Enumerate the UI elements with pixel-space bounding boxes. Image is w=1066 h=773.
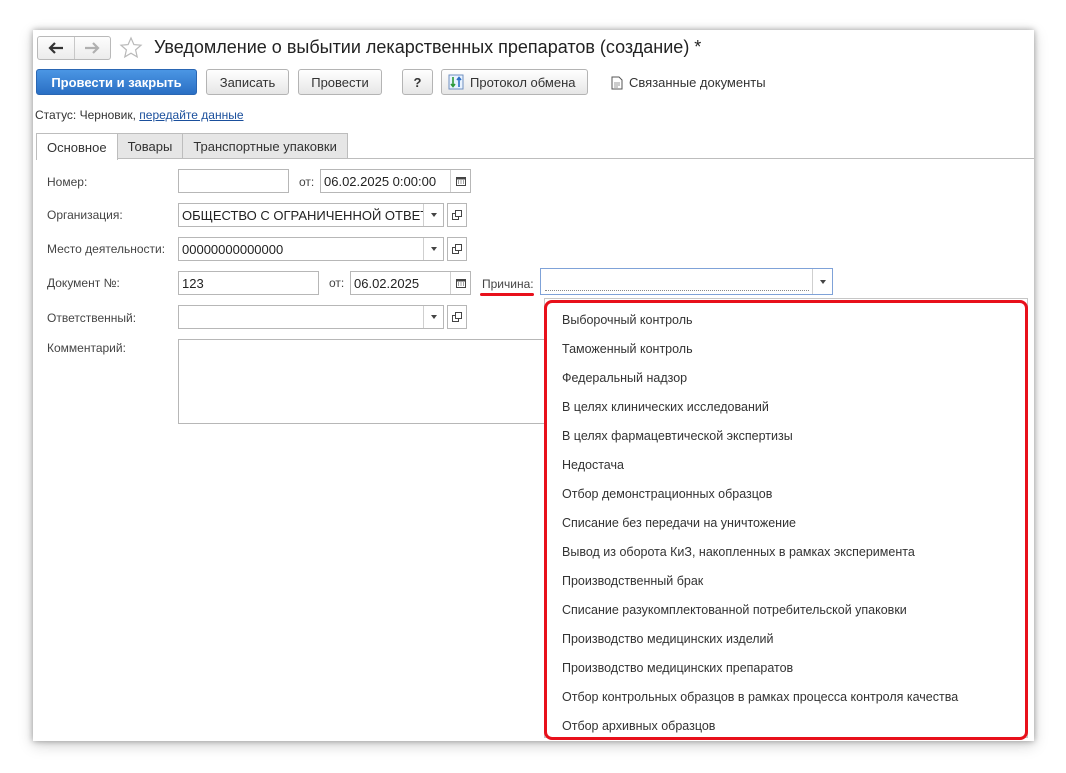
favorite-star-icon[interactable] — [119, 36, 143, 63]
back-button[interactable] — [38, 37, 74, 59]
help-button[interactable]: ? — [402, 69, 433, 95]
reason-value — [545, 273, 809, 291]
arrow-right-icon — [85, 42, 100, 54]
document-icon — [611, 76, 623, 89]
reason-options: Выборочный контроль Таможенный контроль Фе… — [545, 299, 1027, 740]
status-value: Черновик, — [79, 108, 136, 122]
number-label: Номер: — [47, 175, 88, 189]
open-window-icon — [452, 312, 462, 322]
send-data-link[interactable]: передайте данные — [139, 108, 243, 122]
number-date-field[interactable]: 06.02.2025 0:00:00 — [320, 169, 471, 193]
exchange-log-button[interactable]: Протокол обмена — [441, 69, 588, 95]
comment-field[interactable] — [178, 339, 558, 424]
tab-bar: Основное Товары Транспортные упаковки — [36, 133, 348, 160]
responsible-dropdown-button[interactable] — [423, 306, 443, 328]
reason-option[interactable]: Производство медицинских изделий — [545, 624, 1027, 653]
reason-label: Причина: — [482, 277, 534, 291]
open-window-icon — [452, 210, 462, 220]
reason-option[interactable]: Отбор демонстрационных образцов — [545, 479, 1027, 508]
reason-dropdown-button[interactable] — [812, 269, 832, 294]
number-from-label: от: — [299, 175, 315, 189]
forward-button[interactable] — [73, 37, 111, 59]
document-from-label: от: — [329, 276, 345, 290]
responsible-label: Ответственный: — [47, 311, 137, 325]
arrow-left-icon — [48, 42, 63, 54]
calendar-icon — [455, 279, 466, 288]
write-button[interactable]: Записать — [206, 69, 289, 95]
document-number-label: Документ №: — [47, 276, 120, 290]
chevron-down-icon — [819, 279, 826, 284]
document-number-value: 123 — [182, 275, 204, 291]
reason-option[interactable]: Выборочный контроль — [545, 305, 1027, 334]
reason-option[interactable]: Отбор архивных образцов — [545, 711, 1027, 740]
status-label: Статус: — [35, 108, 77, 122]
document-date-field[interactable]: 06.02.2025 — [350, 271, 471, 295]
responsible-open-button[interactable] — [447, 305, 467, 329]
exchange-icon — [448, 74, 464, 90]
organization-label: Организация: — [47, 208, 123, 222]
calendar-button[interactable] — [450, 272, 470, 294]
reason-option[interactable]: Списание разукомплектованной потребитель… — [545, 595, 1027, 624]
reason-option[interactable]: Таможенный контроль — [545, 334, 1027, 363]
tab-transport-packages[interactable]: Транспортные упаковки — [182, 133, 348, 159]
reason-option[interactable]: Производственный брак — [545, 566, 1027, 595]
open-window-icon — [452, 244, 462, 254]
reason-dropdown-list: Выборочный контроль Таможенный контроль Фе… — [544, 298, 1028, 738]
reason-option[interactable]: Вывод из оборота КиЗ, накопленных в рамк… — [545, 537, 1027, 566]
place-open-button[interactable] — [447, 237, 467, 261]
reason-field[interactable] — [540, 268, 833, 295]
organization-open-button[interactable] — [447, 203, 467, 227]
reason-option[interactable]: Недостача — [545, 450, 1027, 479]
reason-option[interactable]: Федеральный надзор — [545, 363, 1027, 392]
tab-goods[interactable]: Товары — [116, 133, 184, 159]
tab-divider — [36, 158, 1034, 159]
reason-option[interactable]: Производство медицинских препаратов — [545, 653, 1027, 682]
highlight-underline — [480, 293, 534, 296]
calendar-icon — [455, 177, 466, 186]
document-window: Уведомление о выбытии лекарственных преп… — [33, 30, 1034, 741]
responsible-field[interactable] — [178, 305, 444, 329]
calendar-button[interactable] — [450, 170, 470, 192]
post-and-close-button[interactable]: Провести и закрыть — [36, 69, 197, 95]
place-label: Место деятельности: — [47, 242, 166, 256]
number-field[interactable] — [178, 169, 289, 193]
chevron-down-icon — [430, 213, 437, 217]
place-field[interactable]: 00000000000000 — [178, 237, 444, 261]
place-value: 00000000000000 — [182, 241, 284, 257]
reason-option[interactable]: Отбор контрольных образцов в рамках проц… — [545, 682, 1027, 711]
post-button[interactable]: Провести — [298, 69, 382, 95]
organization-field[interactable]: ОБЩЕСТВО С ОГРАНИЧЕННОЙ ОТВЕТСТВЕННОСТЬЮ — [178, 203, 444, 227]
page-title: Уведомление о выбытии лекарственных преп… — [154, 37, 702, 57]
tab-main[interactable]: Основное — [36, 133, 118, 160]
document-date-value: 06.02.2025 — [354, 275, 420, 291]
document-number-field[interactable]: 123 — [178, 271, 319, 295]
reason-option[interactable]: В целях фармацевтической экспертизы — [545, 421, 1027, 450]
organization-dropdown-button[interactable] — [423, 204, 443, 226]
navigation-buttons — [37, 36, 111, 60]
reason-option[interactable]: Списание без передачи на уничтожение — [545, 508, 1027, 537]
reason-option[interactable]: В целях клинических исследований — [545, 392, 1027, 421]
number-date-value: 06.02.2025 0:00:00 — [324, 173, 437, 189]
place-dropdown-button[interactable] — [423, 238, 443, 260]
exchange-log-label: Протокол обмена — [470, 74, 576, 90]
chevron-down-icon — [430, 247, 437, 251]
status-line: Статус: Черновик, передайте данные — [35, 108, 244, 122]
related-documents-button[interactable]: Связанные документы — [611, 75, 766, 90]
chevron-down-icon — [430, 315, 437, 319]
comment-label: Комментарий: — [47, 341, 126, 355]
organization-value: ОБЩЕСТВО С ОГРАНИЧЕННОЙ ОТВЕТСТВЕННОСТЬЮ — [182, 207, 423, 223]
related-documents-label: Связанные документы — [629, 75, 766, 90]
